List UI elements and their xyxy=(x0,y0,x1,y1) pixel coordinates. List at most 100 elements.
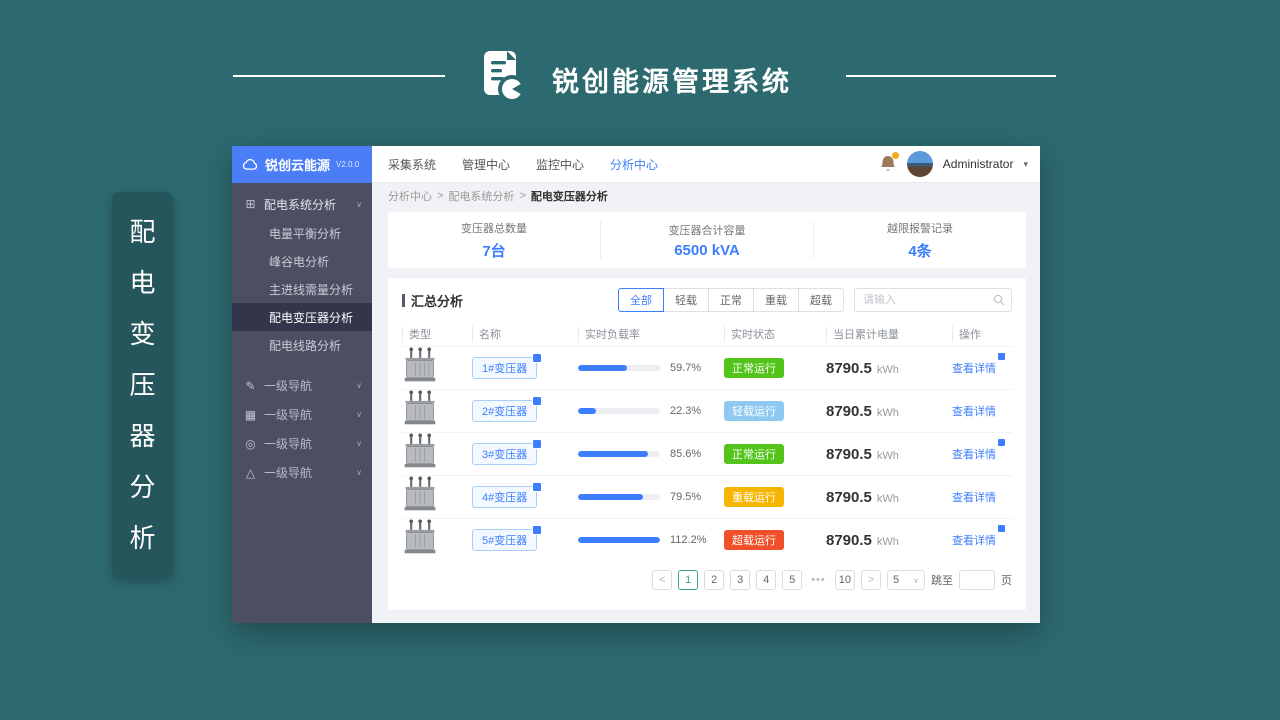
table-row: 4#变压器 79.5% 重载运行 8790.5 kWh 查看详情 xyxy=(402,475,1012,518)
page-size-value: 5 xyxy=(893,574,900,586)
topnav-management-center[interactable]: 管理中心 xyxy=(462,156,510,173)
sidebar-nav-1[interactable]: ✎ 一级导航 ∨ xyxy=(232,371,372,400)
filter-overload[interactable]: 超载 xyxy=(798,288,844,312)
status-filter-group: 全部 轻载 正常 重载 超载 xyxy=(618,288,844,312)
sidebar-nav-2[interactable]: ▦ 一级导航 ∨ xyxy=(232,400,372,429)
filter-light-load[interactable]: 轻载 xyxy=(663,288,709,312)
transformer-name-button[interactable]: 4#变压器 xyxy=(472,482,543,508)
view-details-link[interactable]: 查看详情 xyxy=(952,403,996,419)
view-details-link[interactable]: 查看详情 xyxy=(952,524,1006,548)
stat-value: 4条 xyxy=(908,242,932,260)
energy-unit: kWh xyxy=(876,363,899,376)
status-badge: 超载运行 xyxy=(724,530,784,550)
transformer-name-button[interactable]: 5#变压器 xyxy=(472,525,543,551)
caret-down-icon[interactable]: ▾ xyxy=(1023,159,1028,170)
section-title: 汇总分析 xyxy=(402,291,463,310)
name-badge-icon xyxy=(532,525,543,535)
sidebar-item-peak-valley[interactable]: 峰谷电分析 xyxy=(232,247,372,275)
search-input[interactable] xyxy=(863,294,993,306)
summary-card: 汇总分析 全部 轻载 正常 重载 超载 请输入 类型 名称 实时负载率 实时状态… xyxy=(388,278,1026,610)
col-header-type: 类型 xyxy=(402,326,472,342)
transformer-name: 2#变压器 xyxy=(482,406,528,418)
sidebar: 锐创云能源 V2.0.0 ⊞ 配电系统分析 ∨ 电量平衡分析 峰谷电分析 主进线… xyxy=(232,146,372,623)
topnav-analysis-center[interactable]: 分析中心 xyxy=(610,156,658,173)
transformer-name: 3#变压器 xyxy=(482,449,528,461)
energy-value: 8790.5 xyxy=(826,445,872,463)
sidebar-nav-4[interactable]: △ 一级导航 ∨ xyxy=(232,458,372,487)
energy-unit: kWh xyxy=(876,492,899,505)
page-size-select[interactable]: 5 ∨ xyxy=(887,570,925,590)
dashboard-window: 锐创云能源 V2.0.0 ⊞ 配电系统分析 ∨ 电量平衡分析 峰谷电分析 主进线… xyxy=(232,146,1040,623)
table-row: 1#变压器 59.7% 正常运行 8790.5 kWh 查看详情 xyxy=(402,346,1012,389)
transformer-name-button[interactable]: 2#变压器 xyxy=(472,396,543,422)
view-details-link[interactable]: 查看详情 xyxy=(952,352,1006,376)
vertical-label-char: 电 xyxy=(129,267,156,298)
user-name: Administrator xyxy=(942,157,1014,171)
filter-all[interactable]: 全部 xyxy=(618,288,664,312)
prev-page-button[interactable]: < xyxy=(652,570,673,590)
col-header-load: 实时负载率 xyxy=(578,326,724,342)
next-page-button[interactable]: > xyxy=(861,570,881,590)
page-button-3[interactable]: 3 xyxy=(730,570,751,590)
breadcrumb-separator: > xyxy=(437,190,444,202)
transformer-image xyxy=(404,433,436,467)
transformer-name-button[interactable]: 3#变压器 xyxy=(472,439,543,465)
transformer-name: 5#变压器 xyxy=(482,535,528,547)
chevron-down-icon: ∨ xyxy=(356,410,362,419)
sidebar-group-power-distribution[interactable]: ⊞ 配电系统分析 ∨ xyxy=(232,189,372,219)
filter-heavy-load[interactable]: 重载 xyxy=(753,288,799,312)
transformer-name: 1#变压器 xyxy=(482,363,528,375)
more-pages-icon[interactable]: ••• xyxy=(808,570,829,590)
status-badge: 重载运行 xyxy=(724,487,784,507)
topnav-collection-system[interactable]: 采集系统 xyxy=(388,156,436,173)
page-button-4[interactable]: 4 xyxy=(756,570,777,590)
sidebar-item-power-balance[interactable]: 电量平衡分析 xyxy=(232,219,372,247)
view-details-link[interactable]: 查看详情 xyxy=(952,489,996,505)
breadcrumb-item[interactable]: 配电系统分析 xyxy=(448,188,514,204)
notification-bell-icon[interactable] xyxy=(879,151,900,174)
edit-icon: ✎ xyxy=(245,378,256,393)
energy-value: 8790.5 xyxy=(826,488,872,506)
topnav-monitoring-center[interactable]: 监控中心 xyxy=(536,156,584,173)
breadcrumb-item[interactable]: 分析中心 xyxy=(388,188,432,204)
name-badge-icon xyxy=(532,396,543,406)
sidebar-nav-label: 一级导航 xyxy=(264,437,313,451)
name-badge-icon xyxy=(532,482,543,492)
search-icon xyxy=(993,294,1005,306)
app-logo[interactable]: 锐创云能源 V2.0.0 xyxy=(232,146,372,183)
vertical-label-card: 配 电 变 压 器 分 析 xyxy=(112,192,173,578)
table-row: 3#变压器 85.6% 正常运行 8790.5 kWh 查看详情 xyxy=(402,432,1012,475)
transformer-name-button[interactable]: 1#变压器 xyxy=(472,353,543,379)
jump-label: 跳至 xyxy=(931,575,953,587)
sidebar-item-label: 电量平衡分析 xyxy=(269,226,342,241)
sidebar-item-main-line-demand[interactable]: 主进线需量分析 xyxy=(232,275,372,303)
view-details-label: 查看详情 xyxy=(952,492,996,504)
load-percentage: 85.6% xyxy=(670,448,702,460)
filter-normal[interactable]: 正常 xyxy=(708,288,754,312)
warning-triangle-icon: △ xyxy=(245,465,256,480)
page-button-5[interactable]: 5 xyxy=(782,570,803,590)
stat-label: 越限报警记录 xyxy=(887,222,953,235)
page-button-2[interactable]: 2 xyxy=(704,570,725,590)
page-button-10[interactable]: 10 xyxy=(834,570,855,590)
load-progress-bar xyxy=(578,537,660,543)
page-button-1[interactable]: 1 xyxy=(678,570,699,590)
load-progress-bar xyxy=(578,494,660,500)
section-title-text: 汇总分析 xyxy=(411,293,464,309)
top-navbar: 采集系统 管理中心 监控中心 分析中心 Administrator ▾ xyxy=(372,146,1040,183)
status-badge: 正常运行 xyxy=(724,358,784,378)
load-percentage: 112.2% xyxy=(670,534,707,546)
sidebar-item-line-analysis[interactable]: 配电线路分析 xyxy=(232,331,372,359)
chevron-down-icon: ∨ xyxy=(356,381,362,390)
chevron-down-icon: ∨ xyxy=(356,439,362,448)
stat-total-capacity: 变压器合计容量 6500 kVA xyxy=(601,222,813,259)
energy-unit: kWh xyxy=(876,406,899,419)
jump-page-input[interactable] xyxy=(959,570,995,590)
avatar[interactable] xyxy=(906,151,933,177)
view-details-link[interactable]: 查看详情 xyxy=(952,438,1006,462)
sidebar-nav-3[interactable]: ◎ 一级导航 ∨ xyxy=(232,429,372,458)
sidebar-item-label: 配电变压器分析 xyxy=(269,310,354,325)
view-details-label: 查看详情 xyxy=(952,363,996,375)
sidebar-item-transformer-analysis[interactable]: 配电变压器分析 xyxy=(232,303,372,331)
user-area: Administrator ▾ xyxy=(879,151,1028,177)
